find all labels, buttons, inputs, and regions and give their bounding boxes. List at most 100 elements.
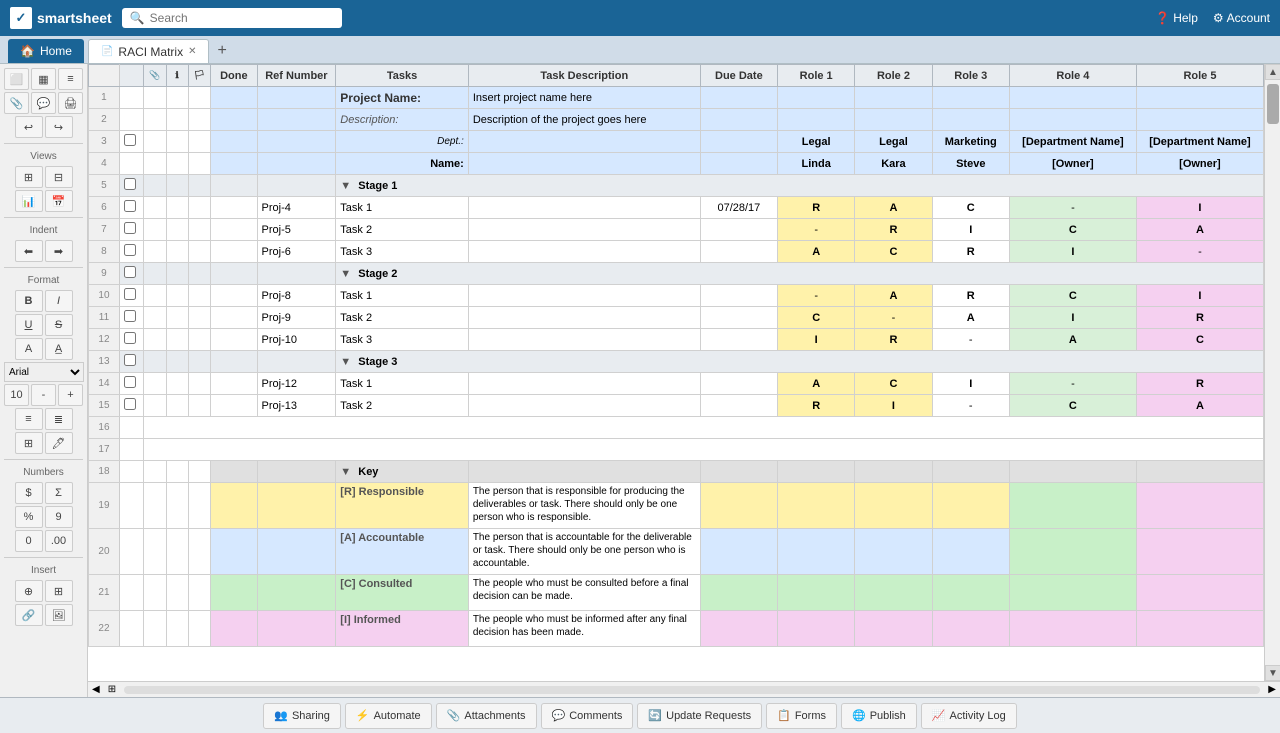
row-role2[interactable]: R [855,329,932,351]
indent-left-btn[interactable]: ⬅ [15,240,43,262]
row-role4[interactable]: C [1009,395,1136,417]
row-checkbox[interactable] [124,376,136,388]
row-duedate[interactable]: 07/28/17 [700,197,777,219]
col-duedate-header[interactable]: Due Date [700,65,777,87]
row-role3[interactable]: Steve [932,153,1009,175]
row-tasks[interactable]: Task 2 [336,219,469,241]
row-checkbox[interactable] [124,398,136,410]
decimal-btn[interactable]: 0 [15,530,43,552]
row-role1[interactable]: A [778,373,855,395]
row-role4[interactable]: - [1009,373,1136,395]
row-checkbox[interactable] [124,266,136,278]
row-role2[interactable]: C [855,241,932,263]
row-role5[interactable]: A [1136,395,1263,417]
row-duedate[interactable] [700,307,777,329]
sharing-button[interactable]: 👥 Sharing [263,703,341,729]
activity-log-button[interactable]: 📈 Activity Log [921,703,1017,729]
row-check[interactable] [119,87,143,109]
row-done[interactable] [211,307,257,329]
row-role2[interactable]: R [855,219,932,241]
row-done[interactable] [211,241,257,263]
row-checkbox[interactable] [124,354,136,366]
link-btn[interactable]: 🔗 [15,604,43,626]
row-role3[interactable]: I [932,219,1009,241]
row-role1[interactable]: R [778,395,855,417]
toolbar-cell-btn[interactable]: ▦ [31,68,56,90]
row-taskdesc[interactable] [468,197,700,219]
row-key-desc[interactable]: The person that is responsible for produ… [468,483,700,529]
row-check[interactable] [119,241,143,263]
row-duedate[interactable] [700,219,777,241]
row-role2[interactable]: A [855,197,932,219]
scroll-up-btn[interactable]: ▲ [1265,64,1280,80]
scroll-right-icon[interactable]: ▶ [1268,684,1276,695]
automate-button[interactable]: ⚡ Automate [345,703,432,729]
row-role1[interactable]: R [778,197,855,219]
sum-btn[interactable]: Σ [45,482,73,504]
row-checkbox[interactable] [124,178,136,190]
row-tasks[interactable]: Task 2 [336,395,469,417]
row-refnum[interactable]: Proj-13 [257,395,336,417]
row-refnum[interactable]: Proj-6 [257,241,336,263]
decimal2-btn[interactable]: .00 [45,530,73,552]
row-role4[interactable]: I [1009,307,1136,329]
tab-close-icon[interactable]: ✕ [188,46,196,57]
toolbar-undo-btn[interactable]: ↩ [15,116,43,138]
toolbar-comment-btn[interactable]: 💬 [31,92,56,114]
row-key-name[interactable]: [R] Responsible [336,483,469,529]
row-check[interactable] [119,307,143,329]
img-btn[interactable]: 🖼 [45,604,73,626]
row-check[interactable] [119,417,143,439]
scroll-left-icon[interactable]: ◀ [92,684,100,695]
row-role5[interactable]: I [1136,197,1263,219]
row-role5[interactable]: I [1136,285,1263,307]
toolbar-print-btn[interactable]: 🖨 [58,92,83,114]
percent-btn[interactable]: % [15,506,43,528]
row-role3[interactable]: I [932,373,1009,395]
update-requests-button[interactable]: 🔄 Update Requests [637,703,762,729]
row-role5[interactable]: A [1136,219,1263,241]
row-tasks[interactable]: Task 3 [336,241,469,263]
row-taskdesc[interactable] [468,285,700,307]
row-tasks[interactable]: Project Name: [336,87,469,109]
hscroll-track[interactable] [124,686,1260,694]
row-duedate[interactable] [700,285,777,307]
toolbar-row-btn[interactable]: ≡ [58,68,83,90]
row-check[interactable] [119,131,143,153]
row-key-desc[interactable]: The people who must be informed after an… [468,611,700,647]
row-role1[interactable]: - [778,219,855,241]
row-role5[interactable]: [Department Name] [1136,131,1263,153]
row-check[interactable] [119,611,143,647]
row-role3[interactable]: - [932,329,1009,351]
num-format-btn[interactable]: 9 [45,506,73,528]
row-tasks[interactable]: Task 1 [336,285,469,307]
row-role2[interactable]: A [855,285,932,307]
row-role4[interactable]: A [1009,329,1136,351]
col-role4-header[interactable]: Role 4 [1009,65,1136,87]
row-refnum[interactable]: Proj-9 [257,307,336,329]
search-input[interactable] [150,11,325,25]
row-role4[interactable]: - [1009,197,1136,219]
row-taskdesc[interactable]: Insert project name here [468,87,700,109]
row-refnum[interactable]: Proj-4 [257,197,336,219]
row-taskdesc[interactable] [468,241,700,263]
row-role2[interactable]: - [855,307,932,329]
row-refnum[interactable]: Proj-12 [257,373,336,395]
row-done[interactable] [211,219,257,241]
row-key-name[interactable]: [A] Accountable [336,529,469,575]
row-check[interactable] [119,329,143,351]
col-tasks-header[interactable]: Tasks [336,65,469,87]
row-key-name[interactable]: [I] Informed [336,611,469,647]
row-key-name[interactable]: [C] Consulted [336,575,469,611]
comments-button[interactable]: 💬 Comments [541,703,634,729]
currency-btn[interactable]: $ [15,482,43,504]
toolbar-select-btn[interactable]: ⬜ [4,68,29,90]
row-role4[interactable]: C [1009,285,1136,307]
view-grid-btn[interactable]: ⊞ [15,166,43,188]
row-check[interactable] [119,153,143,175]
view-gantt-btn[interactable]: 📊 [15,190,43,212]
row-role1[interactable]: Linda [778,153,855,175]
publish-button[interactable]: 🌐 Publish [841,703,917,729]
help-link[interactable]: ❓ Help [1155,11,1198,25]
row-check[interactable] [119,351,143,373]
